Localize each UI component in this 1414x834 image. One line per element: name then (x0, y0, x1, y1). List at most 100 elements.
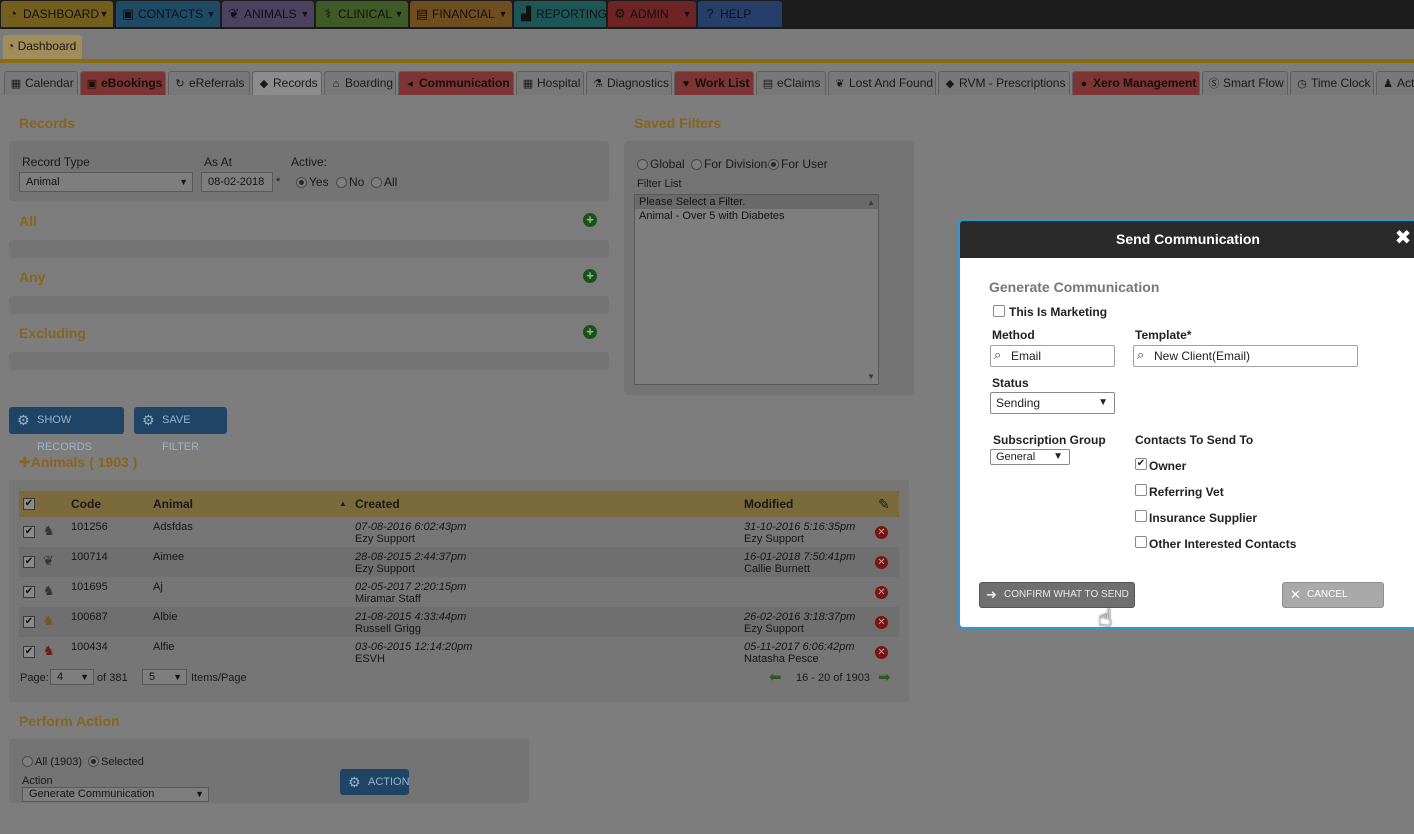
tab-smart-flow[interactable]: Ⓢ Smart Flow (1202, 71, 1288, 95)
tab-boarding[interactable]: ⌂ Boarding (324, 71, 396, 95)
row-checkbox[interactable]: ✔ (23, 556, 35, 568)
scope-global-radio[interactable]: Global (637, 157, 685, 171)
action-select[interactable]: Generate Communication ▼ (22, 787, 209, 802)
remove-icon[interactable]: ✕ (875, 616, 888, 629)
chevron-down-icon[interactable]: ▼ (95, 1, 113, 27)
template-input[interactable]: ⌕ New Client(Email) (1133, 345, 1358, 367)
other-contacts-checkbox[interactable] (1135, 536, 1147, 548)
row-checkbox[interactable]: ✔ (23, 616, 35, 628)
next-page-icon[interactable]: ➡ (878, 668, 891, 686)
status-select[interactable]: Sending ▼ (990, 392, 1115, 414)
cell-animal[interactable]: Alfie (153, 641, 174, 653)
tab-diagnostics[interactable]: ⚗ Diagnostics (586, 71, 672, 95)
cancel-button[interactable]: ✕ CANCEL (1282, 582, 1384, 608)
action-scope-selected-radio[interactable]: Selected (88, 756, 144, 768)
tab-hospital[interactable]: ▦ Hospital (516, 71, 584, 95)
nav-help[interactable]: ? HELP (698, 1, 782, 27)
any-criteria-bar (9, 296, 609, 314)
scroll-down-icon[interactable]: ▼ (867, 372, 875, 381)
edit-columns-icon[interactable]: ✎ (878, 491, 890, 517)
page-select[interactable]: 4 ▼ (50, 669, 94, 685)
chevron-down-icon[interactable]: ▼ (494, 1, 512, 27)
row-checkbox[interactable]: ✔ (23, 586, 35, 598)
add-excluding-criteria-icon[interactable]: + (583, 325, 597, 339)
save-filter-button[interactable]: ⚙ SAVE FILTER (134, 407, 227, 453)
table-row[interactable]: ✔ ❦ 100714 Aimee 28-08-2015 2:44:37pm Ez… (19, 547, 899, 577)
remove-icon[interactable]: ✕ (875, 556, 888, 569)
scope-user-radio[interactable]: For User (768, 157, 828, 171)
remove-icon[interactable]: ✕ (875, 646, 888, 659)
tab-acti[interactable]: ♟Acti (1376, 71, 1414, 95)
tab-ebookings[interactable]: ▣ eBookings (80, 71, 166, 95)
close-icon[interactable]: ✖ (1392, 227, 1414, 249)
table-row[interactable]: ✔ ♞ 100434 Alfie 03-06-2015 12:14:20pm E… (19, 637, 899, 667)
tab-ereferrals[interactable]: ↻ eReferrals (168, 71, 250, 95)
marketing-checkbox[interactable] (993, 305, 1005, 317)
tab-eclaims[interactable]: ▤ eClaims (756, 71, 826, 95)
filter-option[interactable]: Animal - Over 5 with Diabetes (635, 209, 878, 223)
tab-lost-and-found[interactable]: ❦ Lost And Found (828, 71, 936, 95)
column-header-created[interactable]: Created (355, 491, 400, 517)
nav-contacts[interactable]: ▣ CONTACTS ▼ (116, 1, 220, 27)
subscription-group-select[interactable]: General ▼ (990, 449, 1070, 465)
active-all-radio[interactable]: All (371, 175, 397, 189)
cell-modified: 05-11-2017 6:06:42pm (744, 641, 855, 653)
scope-division-radio[interactable]: For Division (691, 157, 767, 171)
remove-icon[interactable]: ✕ (875, 586, 888, 599)
action-scope-all-radio[interactable]: All (1903) (22, 756, 82, 768)
insurance-supplier-checkbox[interactable] (1135, 510, 1147, 522)
row-checkbox[interactable]: ✔ (23, 526, 35, 538)
nav-dashboard[interactable]: ◔ DASHBOARD ▼ (1, 1, 113, 27)
subtab-dashboard[interactable]: ◔ Dashboard (3, 35, 83, 59)
record-type-select[interactable]: Animal ▼ (19, 172, 193, 192)
action-button[interactable]: ⚙ ACTION (340, 769, 410, 795)
filter-option[interactable]: Please Select a Filter. (635, 195, 878, 209)
filter-listbox[interactable]: Please Select a Filter. Animal - Over 5 … (634, 194, 879, 385)
table-row[interactable]: ✔ ♞ 100687 Albie 21-08-2015 4:33:44pm Ru… (19, 607, 899, 637)
row-checkbox[interactable]: ✔ (23, 646, 35, 658)
active-yes-radio[interactable]: Yes (296, 175, 329, 189)
tab-xero-management[interactable]: ● Xero Management (1072, 71, 1200, 95)
add-all-criteria-icon[interactable]: + (583, 213, 597, 227)
column-header-code[interactable]: Code (71, 491, 101, 517)
column-header-modified[interactable]: Modified (744, 491, 793, 517)
referring-vet-checkbox[interactable] (1135, 484, 1147, 496)
cell-animal[interactable]: Albie (153, 611, 177, 623)
owner-checkbox[interactable]: ✔ (1135, 458, 1147, 470)
tab-records[interactable]: ◆ Records (252, 71, 322, 95)
tab-time-clock[interactable]: ◷ Time Clock (1290, 71, 1374, 95)
previous-page-icon[interactable]: ⬅ (769, 668, 782, 686)
chevron-down-icon[interactable]: ▼ (390, 1, 408, 27)
chevron-down-icon[interactable]: ▼ (202, 1, 220, 27)
cell-animal[interactable]: Aimee (153, 551, 184, 563)
tab-calendar[interactable]: ▦ Calendar (4, 71, 78, 95)
table-row[interactable]: ✔ ♞ 101695 Aj 02-05-2017 2:20:15pm Miram… (19, 577, 899, 607)
diamond-icon: ◆ (945, 78, 955, 90)
table-row[interactable]: ✔ ♞ 101256 Adsfdas 07-08-2016 6:02:43pm … (19, 517, 899, 547)
chevron-down-icon: ▼ (195, 789, 204, 799)
select-all-checkbox[interactable]: ✔ (23, 498, 35, 510)
tab-communication[interactable]: ◂ Communication (398, 71, 514, 95)
show-records-button[interactable]: ⚙ SHOW RECORDS (9, 407, 124, 453)
nav-financial[interactable]: ▤ FINANCIAL ▼ (410, 1, 512, 27)
add-any-criteria-icon[interactable]: + (583, 269, 597, 283)
perform-action-panel: All (1903) Selected Action Generate Comm… (9, 739, 529, 803)
as-at-date-input[interactable]: 08-02-2018 (201, 172, 273, 192)
items-per-page-select[interactable]: 5 ▼ (142, 669, 187, 685)
tab-rvm-prescriptions[interactable]: ◆ RVM - Prescriptions (938, 71, 1070, 95)
chevron-down-icon[interactable]: ▼ (296, 1, 314, 27)
scroll-up-icon[interactable]: ▲ (867, 198, 875, 207)
plus-icon[interactable]: ✚ (19, 454, 31, 470)
nav-clinical[interactable]: ⚕ CLINICAL ▼ (316, 1, 408, 27)
cell-animal[interactable]: Adsfdas (153, 521, 193, 533)
nav-reporting[interactable]: ▟ REPORTING (514, 1, 606, 27)
column-header-animal[interactable]: Animal (153, 491, 193, 517)
nav-admin[interactable]: ⚙ ADMIN ▼ (608, 1, 696, 27)
tab-work-list[interactable]: ♥ Work List (674, 71, 754, 95)
nav-animals[interactable]: ❦ ANIMALS ▼ (222, 1, 314, 27)
cell-animal[interactable]: Aj (153, 581, 163, 593)
method-input[interactable]: ⌕ Email (990, 345, 1115, 367)
remove-icon[interactable]: ✕ (875, 526, 888, 539)
active-no-radio[interactable]: No (336, 175, 364, 189)
chevron-down-icon[interactable]: ▼ (678, 1, 696, 27)
